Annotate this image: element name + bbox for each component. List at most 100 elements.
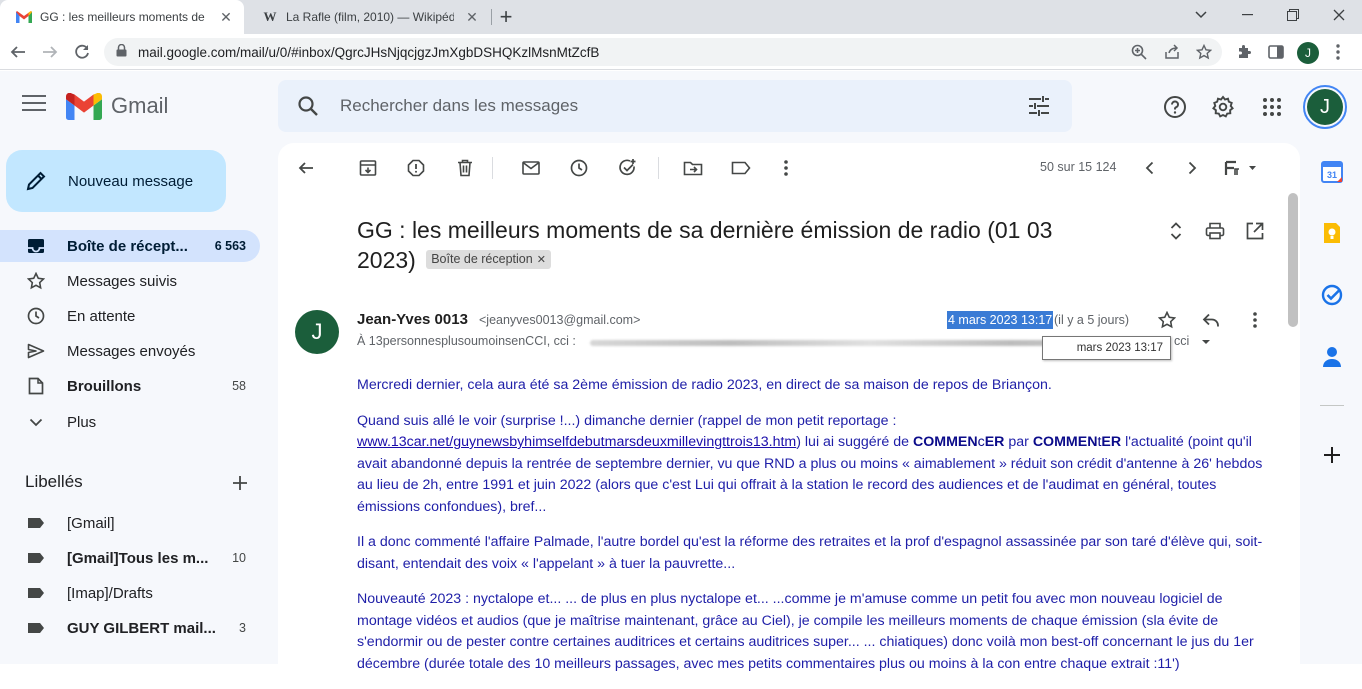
back-icon[interactable] (4, 38, 32, 66)
recipients-line[interactable]: À 13personnesplusoumoinsenCCI, cci : (357, 334, 576, 348)
sidebar-item-label: Boîte de récept... (67, 237, 188, 255)
account-initial: J (1307, 89, 1343, 125)
address-bar[interactable]: mail.google.com/mail/u/0/#inbox/QgrcJHsN… (104, 38, 1222, 66)
message-relative-date: (il y a 5 jours) (1054, 313, 1130, 327)
close-icon[interactable]: ✕ (464, 9, 480, 25)
tab-search-icon[interactable] (1178, 0, 1224, 30)
minimize-button[interactable] (1224, 0, 1270, 30)
compose-button[interactable]: Nouveau message (6, 150, 226, 212)
pencil-icon (26, 171, 46, 191)
label-name: GUY GILBERT mail... (67, 619, 216, 637)
back-to-inbox-icon[interactable] (295, 157, 317, 179)
expand-all-icon[interactable] (1165, 220, 1187, 242)
input-tools-icon[interactable] (1222, 157, 1258, 179)
gmail-logo-icon[interactable] (66, 93, 102, 120)
main-menu-icon[interactable] (22, 95, 46, 113)
calendar-icon[interactable]: 31 (1320, 160, 1344, 184)
delete-icon[interactable] (454, 157, 476, 179)
sidebar-item-label: Messages envoyés (67, 342, 196, 360)
contacts-icon[interactable] (1320, 345, 1344, 369)
label-count: 10 (232, 551, 246, 565)
more-actions-icon[interactable] (775, 157, 797, 179)
apps-grid-icon[interactable] (1260, 95, 1284, 119)
menu-kebab-icon[interactable] (1327, 41, 1349, 63)
message-more-icon[interactable] (1244, 309, 1266, 331)
newer-chevron-icon[interactable] (1138, 157, 1160, 179)
snooze-icon[interactable] (568, 157, 590, 179)
add-label-icon[interactable] (229, 472, 251, 494)
sender-avatar[interactable]: J (295, 310, 339, 354)
sidebar-item-snoozed[interactable]: En attente (0, 300, 260, 332)
emphasis-part: ER (1101, 434, 1122, 450)
new-tab-button[interactable]: + (494, 4, 518, 29)
sidebar-item-label: Messages suivis (67, 272, 178, 290)
share-icon[interactable] (1162, 42, 1182, 62)
emphasis-part: COMMEN (1032, 434, 1098, 450)
search-icon[interactable] (296, 94, 320, 118)
remove-label-icon[interactable]: ✕ (537, 254, 546, 266)
label-tag-icon (26, 548, 46, 568)
bookmark-star-icon[interactable] (1194, 42, 1214, 62)
tab-strip: GG : les meilleurs moments de sa ✕ W La … (0, 0, 1362, 34)
add-task-icon[interactable] (617, 157, 639, 179)
zoom-icon[interactable] (1129, 42, 1149, 62)
label-item-guy-gilbert[interactable]: GUY GILBERT mail... 3 (0, 612, 260, 644)
side-panel-icon[interactable] (1265, 41, 1287, 63)
label-item-imap-drafts[interactable]: [Imap]/Drafts (0, 577, 260, 609)
lock-icon (116, 43, 128, 60)
close-icon[interactable]: ✕ (218, 9, 234, 25)
label-name: [Gmail]Tous les m... (67, 549, 209, 567)
message-scrollbar[interactable] (1288, 193, 1298, 327)
emphasis-part: COMMEN (912, 434, 978, 450)
sidebar-item-sent[interactable]: Messages envoyés (0, 335, 260, 367)
move-to-icon[interactable] (682, 157, 704, 179)
message-subject: GG : les meilleurs moments de sa dernièr… (357, 215, 1117, 275)
sidebar-item-drafts[interactable]: Brouillons 58 (0, 370, 260, 402)
body-emphasis: COMMENtER (1033, 434, 1121, 450)
reportage-link[interactable]: www.13car.net/guynewsbyhimselfdebutmarsd… (357, 434, 796, 450)
sender-name[interactable]: Jean-Yves 0013 (357, 311, 468, 328)
tab-wikipedia[interactable]: W La Rafle (film, 2010) — Wikipédia ✕ (246, 0, 490, 34)
star-icon (26, 271, 46, 291)
details-dropdown-icon[interactable] (1201, 339, 1211, 345)
print-icon[interactable] (1204, 220, 1226, 242)
close-window-button[interactable] (1316, 0, 1362, 30)
date-tooltip: mars 2023 13:17 (1042, 336, 1171, 360)
restore-button[interactable] (1270, 0, 1316, 30)
older-chevron-icon[interactable] (1181, 157, 1203, 179)
sidebar-item-label: Brouillons (67, 377, 142, 395)
emphasis-part: ER (984, 434, 1005, 450)
keep-icon[interactable] (1320, 221, 1344, 245)
extensions-icon[interactable] (1233, 41, 1255, 63)
sidebar-item-more[interactable]: Plus (0, 406, 260, 438)
body-text: ) lui ai suggéré de (796, 434, 913, 450)
help-icon[interactable] (1163, 95, 1187, 119)
open-new-window-icon[interactable] (1244, 220, 1266, 242)
cci-label[interactable]: cci (1174, 334, 1211, 348)
profile-avatar[interactable]: J (1297, 42, 1319, 64)
search-options-icon[interactable] (1028, 95, 1050, 117)
label-item-gmail[interactable]: [Gmail] (0, 507, 260, 539)
label-item-all-mail[interactable]: [Gmail]Tous les m... 10 (0, 542, 260, 574)
report-spam-icon[interactable] (405, 157, 427, 179)
settings-gear-icon[interactable] (1211, 95, 1235, 119)
message-date: 4 mars 2023 13:17 (947, 311, 1054, 329)
tab-gmail[interactable]: GG : les meilleurs moments de sa ✕ (0, 0, 244, 34)
reload-icon[interactable] (68, 38, 96, 66)
tasks-icon[interactable] (1320, 283, 1344, 307)
sidebar-item-inbox[interactable]: Boîte de récept... 6 563 (0, 230, 260, 262)
cci-text: cci (1174, 334, 1190, 348)
inbox-label-chip[interactable]: Boîte de réception ✕ (426, 250, 551, 270)
search-input[interactable] (340, 93, 1000, 119)
sender-email: <jeanyves0013@gmail.com> (479, 313, 641, 327)
forward-icon[interactable] (36, 38, 64, 66)
svg-text:31: 31 (1327, 170, 1337, 180)
mark-unread-icon[interactable] (520, 157, 542, 179)
archive-icon[interactable] (357, 157, 379, 179)
star-message-icon[interactable] (1156, 309, 1178, 331)
account-avatar[interactable]: J (1303, 85, 1347, 129)
sidebar-item-starred[interactable]: Messages suivis (0, 265, 260, 297)
reply-icon[interactable] (1200, 309, 1222, 331)
add-addon-icon[interactable] (1320, 443, 1344, 467)
labels-icon[interactable] (730, 157, 752, 179)
